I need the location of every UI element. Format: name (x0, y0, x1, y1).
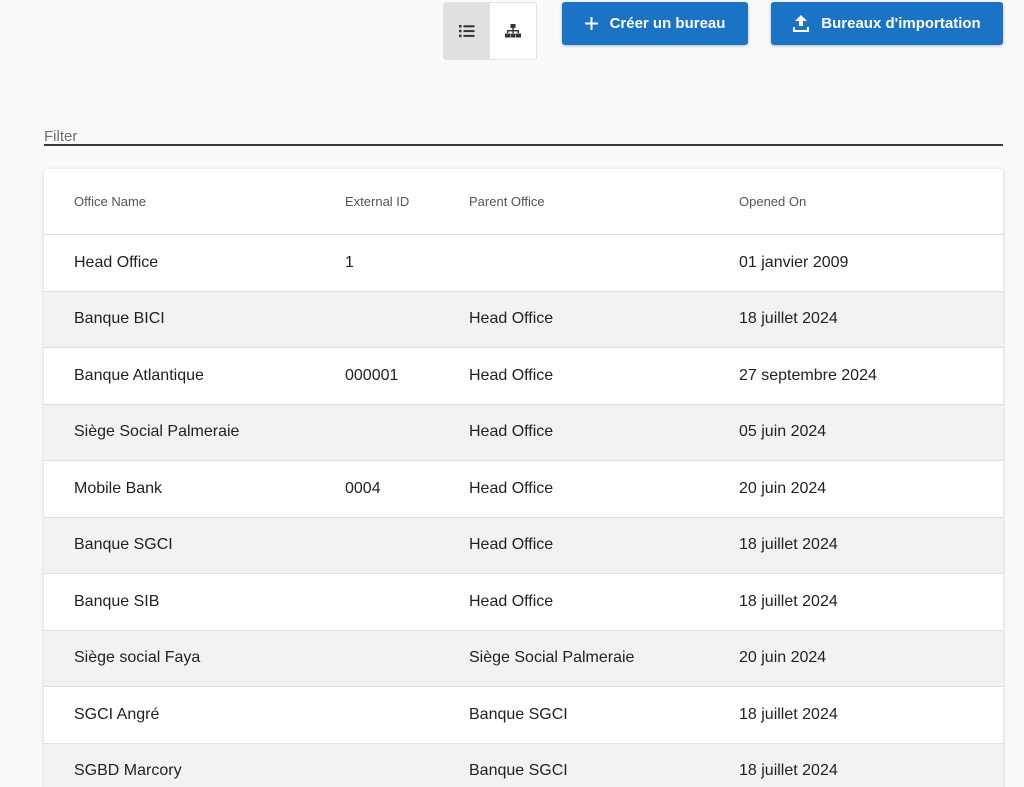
table-row[interactable]: Banque SGCI Head Office 18 juillet 2024 (44, 517, 1003, 574)
list-icon (459, 25, 475, 38)
table-row[interactable]: Mobile Bank 0004 Head Office 20 juin 202… (44, 461, 1003, 518)
offices-table: Office Name External ID Parent Office Op… (44, 169, 1003, 787)
view-toggle-group (443, 2, 537, 60)
table-body: Head Office 1 01 janvier 2009 Banque BIC… (44, 235, 1003, 787)
cell-parent-office: Head Office (469, 423, 554, 441)
cell-opened-on: 18 juillet 2024 (739, 592, 838, 610)
import-offices-button[interactable]: Bureaux d'importation (771, 2, 1003, 45)
cell-opened-on: 18 juillet 2024 (739, 762, 838, 780)
cell-parent-office: Head Office (469, 592, 554, 610)
table-row[interactable]: Banque BICI Head Office 18 juillet 2024 (44, 291, 1003, 348)
table-row[interactable]: Banque Atlantique 000001 Head Office 27 … (44, 348, 1003, 405)
table-row[interactable]: SGBD Marcory Banque SGCI 18 juillet 2024 (44, 743, 1003, 787)
table-row[interactable]: Siège social Faya Siège Social Palmeraie… (44, 630, 1003, 687)
cell-opened-on: 18 juillet 2024 (739, 536, 838, 554)
offices-page: Créer un bureau Bureaux d'importation Of… (0, 0, 1024, 787)
header-opened-on[interactable]: Opened On (739, 194, 1003, 209)
cell-office-name: Banque Atlantique (74, 366, 204, 384)
cell-office-name: Banque BICI (74, 310, 165, 328)
table-row[interactable]: Banque SIB Head Office 18 juillet 2024 (44, 574, 1003, 631)
import-offices-label: Bureaux d'importation (821, 15, 981, 32)
cell-parent-office: Head Office (469, 366, 554, 384)
filter-field (44, 112, 1003, 152)
header-parent-office[interactable]: Parent Office (469, 194, 739, 209)
create-office-label: Créer un bureau (609, 15, 726, 32)
cell-office-name: Siège Social Palmeraie (74, 423, 240, 441)
cell-parent-office: Head Office (469, 310, 554, 328)
cell-parent-office: Head Office (469, 536, 554, 554)
cell-office-name: Siège social Faya (74, 649, 201, 667)
cell-external-id: 0004 (345, 479, 381, 497)
tree-view-button[interactable] (490, 3, 536, 59)
table-row[interactable]: Siège Social Palmeraie Head Office 05 ju… (44, 404, 1003, 461)
cell-opened-on: 27 septembre 2024 (739, 366, 877, 384)
table-row[interactable]: SGCI Angré Banque SGCI 18 juillet 2024 (44, 687, 1003, 744)
cell-opened-on: 20 juin 2024 (739, 649, 827, 667)
header-office-name[interactable]: Office Name (44, 194, 345, 209)
list-view-button[interactable] (444, 3, 490, 59)
cell-office-name: Mobile Bank (74, 479, 163, 497)
cell-office-name: Head Office (74, 253, 159, 271)
cell-office-name: SGBD Marcory (74, 762, 182, 780)
cell-office-name: SGCI Angré (74, 705, 160, 723)
cell-external-id: 1 (345, 253, 354, 271)
cell-external-id: 000001 (345, 366, 399, 384)
cell-opened-on: 20 juin 2024 (739, 479, 827, 497)
sitemap-icon (505, 24, 521, 38)
cell-parent-office: Banque SGCI (469, 762, 568, 780)
filter-input[interactable] (44, 112, 1003, 152)
cell-parent-office: Banque SGCI (469, 705, 568, 723)
plus-icon (584, 17, 598, 30)
table-row[interactable]: Head Office 1 01 janvier 2009 (44, 235, 1003, 292)
cell-opened-on: 05 juin 2024 (739, 423, 827, 441)
header-external-id[interactable]: External ID (345, 194, 469, 209)
upload-icon (793, 15, 810, 32)
cell-opened-on: 01 janvier 2009 (739, 253, 849, 271)
cell-opened-on: 18 juillet 2024 (739, 705, 838, 723)
create-office-button[interactable]: Créer un bureau (562, 2, 748, 45)
cell-office-name: Banque SGCI (74, 536, 173, 554)
cell-office-name: Banque SIB (74, 592, 160, 610)
cell-parent-office: Head Office (469, 479, 554, 497)
table-header: Office Name External ID Parent Office Op… (44, 169, 1003, 235)
cell-opened-on: 18 juillet 2024 (739, 310, 838, 328)
cell-parent-office: Siège Social Palmeraie (469, 649, 635, 667)
